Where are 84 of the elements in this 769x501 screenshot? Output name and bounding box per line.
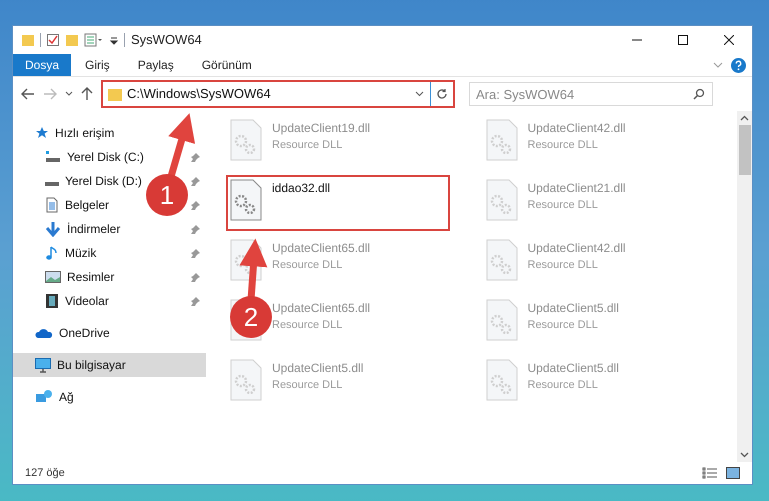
pin-icon[interactable] — [191, 296, 200, 306]
document-icon — [45, 197, 59, 213]
sidebar-item[interactable]: Müzik — [65, 244, 96, 262]
file-name: iddao32.dll — [272, 180, 330, 197]
file-type: Resource DLL — [272, 318, 344, 333]
file-gear-icon — [230, 119, 262, 161]
thumbnail-view-icon[interactable] — [726, 467, 740, 479]
file-name: UpdateClient5.dll — [528, 360, 619, 377]
file-name: UpdateClient19.dll — [272, 120, 370, 137]
file-gear-icon — [230, 179, 262, 221]
picture-icon — [45, 270, 61, 284]
ribbon-tab[interactable]: Görünüm — [188, 54, 266, 76]
file-type: Resource DLL — [528, 138, 599, 153]
network-icon — [35, 389, 53, 405]
chevron-down-icon[interactable] — [65, 91, 73, 97]
scrollbar[interactable] — [737, 111, 752, 462]
sidebar-item[interactable]: Bu bilgisayar — [13, 353, 206, 377]
sidebar-item[interactable]: Ağ — [59, 388, 74, 406]
file-gear-icon — [486, 359, 518, 401]
scroll-down-icon[interactable] — [740, 452, 749, 458]
sidebar-item[interactable]: Yerel Disk (C:) — [67, 148, 144, 166]
file-gear-icon — [486, 179, 518, 221]
scroll-up-icon[interactable] — [740, 115, 749, 121]
file-gear-icon — [486, 299, 518, 341]
pin-icon[interactable] — [191, 248, 200, 258]
address-path: C:\Windows\SysWOW64 — [127, 85, 271, 104]
file-name: UpdateClient42.dll — [528, 120, 626, 137]
view-list-icon[interactable] — [84, 33, 104, 47]
file-name: UpdateClient5.dll — [528, 300, 619, 317]
file-type: Resource DLL — [272, 138, 344, 153]
refresh-icon[interactable] — [436, 88, 448, 100]
download-arrow-icon — [45, 221, 61, 237]
cloud-icon — [35, 327, 53, 339]
ribbon-tab[interactable]: Paylaş — [124, 54, 188, 76]
back-arrow-icon[interactable] — [21, 88, 35, 100]
sidebar-item[interactable]: İndirmeler — [67, 220, 120, 238]
file-name: UpdateClient65.dll — [272, 240, 370, 257]
file-type: Resource DLL — [528, 198, 599, 213]
sidebar-item[interactable]: Videolar — [65, 292, 109, 310]
pin-icon[interactable] — [191, 152, 200, 162]
file-type: Resource DLL — [528, 378, 599, 393]
file-name: UpdateClient21.dll — [528, 180, 626, 197]
up-arrow-icon[interactable] — [81, 87, 93, 101]
drive-icon — [45, 150, 61, 164]
drive-icon — [45, 182, 59, 186]
address-bar[interactable]: C:\Windows\SysWOW64 — [101, 80, 455, 108]
star-icon — [35, 126, 49, 140]
file-name: UpdateClient5.dll — [272, 360, 364, 377]
pin-icon[interactable] — [191, 176, 200, 186]
sidebar-item[interactable]: Yerel Disk (D:) — [65, 172, 142, 190]
file-name: UpdateClient42.dll — [528, 240, 626, 257]
search-field[interactable]: Ara: SysWOW64 — [469, 82, 713, 106]
file-name: UpdateClient65.dll — [272, 300, 370, 317]
ribbon-tab[interactable]: Giriş — [71, 54, 124, 76]
file-gear-icon — [486, 119, 518, 161]
item-count: 127 öğe — [25, 466, 65, 481]
details-view-icon[interactable] — [702, 467, 718, 479]
search-icon — [693, 88, 705, 100]
file-gear-icon — [486, 239, 518, 281]
music-note-icon — [45, 245, 59, 261]
computer-icon — [35, 358, 51, 372]
film-icon — [45, 293, 59, 309]
sidebar-item[interactable]: Resimler — [67, 268, 114, 286]
file-type: Resource DLL — [528, 258, 599, 273]
sidebar-item[interactable]: Hızlı erişim — [55, 124, 114, 142]
maximize-icon — [678, 35, 688, 45]
help-icon[interactable] — [731, 58, 746, 72]
pin-icon[interactable] — [191, 200, 200, 210]
file-type: Resource DLL — [272, 378, 344, 393]
properties-icon[interactable] — [46, 33, 60, 47]
scrollbar-thumb[interactable] — [738, 125, 750, 175]
close-icon — [724, 35, 734, 45]
folder-icon — [108, 88, 122, 100]
window-title: SysWOW64 — [131, 31, 202, 50]
file-gear-icon — [230, 359, 262, 401]
file-type: Resource DLL — [528, 318, 599, 333]
file-type: Resource DLL — [272, 258, 344, 273]
file-item[interactable]: iddao32.dll — [226, 175, 450, 231]
pin-icon[interactable] — [191, 224, 200, 234]
sidebar-item[interactable]: OneDrive — [59, 324, 110, 342]
pin-icon[interactable] — [191, 272, 200, 282]
chevron-down-icon[interactable] — [415, 91, 424, 97]
sidebar-item[interactable]: Belgeler — [65, 196, 110, 214]
ribbon-tab[interactable]: Dosya — [13, 54, 72, 76]
